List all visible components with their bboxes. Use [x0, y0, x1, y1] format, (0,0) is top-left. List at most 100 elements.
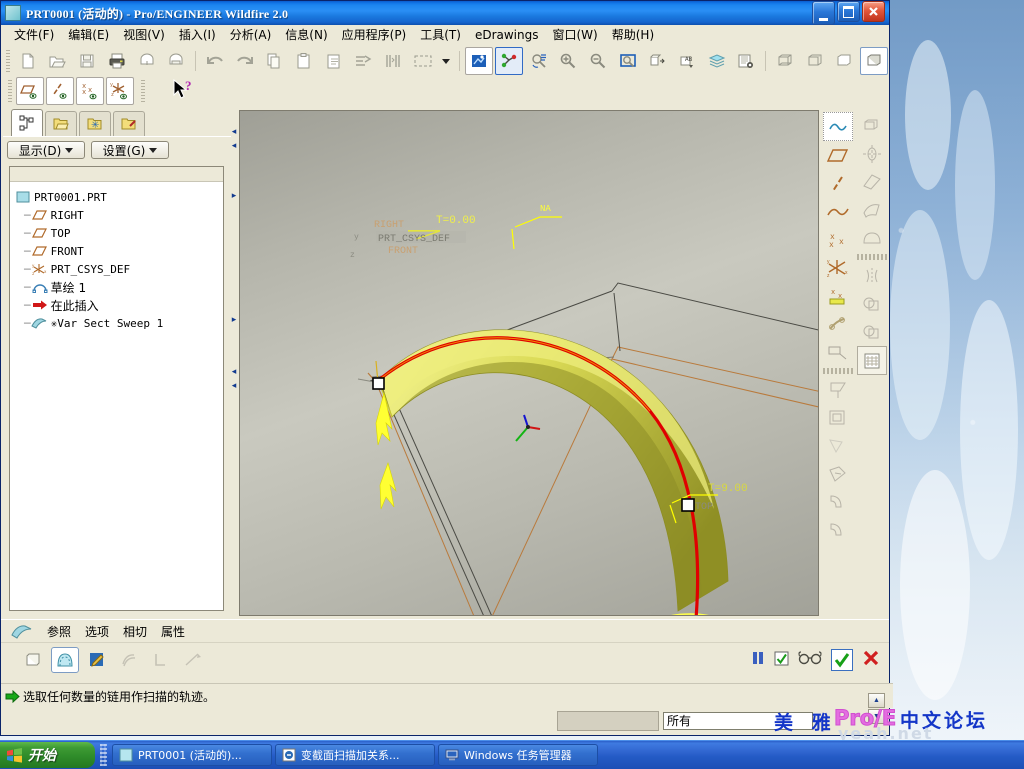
- list-item[interactable]: ─ RIGHT: [14, 206, 219, 224]
- solid-button[interactable]: [19, 647, 47, 673]
- revolve-icon[interactable]: [824, 376, 852, 403]
- layers-icon[interactable]: [703, 47, 731, 75]
- mail-receive-icon[interactable]: [162, 47, 190, 75]
- no-hidden-icon[interactable]: [831, 47, 859, 75]
- glasses-icon[interactable]: [797, 651, 823, 668]
- print-icon[interactable]: [103, 47, 131, 75]
- taskbar-item-proe[interactable]: PRT0001 (活动的)...: [112, 744, 272, 766]
- variable-sweep-icon[interactable]: [858, 224, 886, 251]
- list-item[interactable]: ─ yzx PRT_CSYS_DEF: [14, 260, 219, 278]
- hidden-line-icon[interactable]: [801, 47, 829, 75]
- settings-button[interactable]: 设置(G): [91, 141, 169, 159]
- refit-spin-icon[interactable]: [525, 47, 553, 75]
- revolve-solid-icon[interactable]: [858, 140, 886, 167]
- open-folder-icon[interactable]: [44, 47, 72, 75]
- menu-edrawings[interactable]: eDrawings: [468, 26, 546, 44]
- view-manager-icon[interactable]: [733, 47, 761, 75]
- menu-analysis[interactable]: 分析(A): [223, 24, 279, 45]
- scroll-down-button[interactable]: ▼: [868, 709, 885, 724]
- minimize-button[interactable]: [812, 1, 835, 25]
- thin-button[interactable]: [179, 647, 207, 673]
- undo-icon[interactable]: [201, 47, 229, 75]
- start-button[interactable]: 开始: [0, 742, 95, 768]
- maximize-button[interactable]: [837, 1, 860, 22]
- pause-button[interactable]: [750, 650, 766, 669]
- intersect-icon[interactable]: [858, 318, 886, 345]
- new-file-icon[interactable]: [14, 47, 42, 75]
- menu-info[interactable]: 信息(N): [278, 24, 334, 45]
- menu-edit[interactable]: 编辑(E): [61, 24, 116, 45]
- taskbar-grip[interactable]: [100, 744, 107, 766]
- tab-folder-browser[interactable]: [45, 111, 77, 136]
- toolbar-grip[interactable]: [8, 80, 12, 102]
- preview-checkbox[interactable]: [774, 651, 789, 669]
- mirror-icon[interactable]: [858, 262, 886, 289]
- paste-special-icon[interactable]: [320, 47, 348, 75]
- menu-view[interactable]: 视图(V): [116, 24, 172, 45]
- tab-references[interactable]: 参照: [47, 623, 71, 640]
- taskbar-item-taskmanager[interactable]: Windows 任务管理器: [438, 744, 598, 766]
- paste-icon[interactable]: [290, 47, 318, 75]
- menu-tools[interactable]: 工具(T): [413, 24, 468, 45]
- sweep-icon[interactable]: [858, 168, 886, 195]
- edit-sketch-button[interactable]: [83, 647, 111, 673]
- tab-connections[interactable]: [113, 111, 145, 136]
- cancel-button[interactable]: [861, 648, 881, 671]
- menu-window[interactable]: 窗口(W): [546, 24, 605, 45]
- menu-file[interactable]: 文件(F): [7, 24, 61, 45]
- model-tree-list[interactable]: PRT0001.PRT ─ RIGHT ─ TOP ─ FRONT ─ y z …: [9, 166, 224, 611]
- list-item[interactable]: ─ FRONT: [14, 242, 219, 260]
- saved-views-icon[interactable]: AB: [673, 47, 701, 75]
- datum-axis-display-icon[interactable]: [46, 77, 74, 105]
- blend-icon[interactable]: [858, 196, 886, 223]
- toolbar-grip[interactable]: [6, 50, 10, 72]
- union-icon[interactable]: [858, 290, 886, 317]
- regenerate-icon[interactable]: [350, 47, 378, 75]
- selection-filter-select[interactable]: 所有: [663, 712, 813, 730]
- accept-button[interactable]: [831, 648, 853, 671]
- datum-point-icon[interactable]: xxx: [824, 226, 852, 253]
- chevron-down-icon[interactable]: [439, 47, 455, 75]
- reorient-icon[interactable]: [644, 47, 672, 75]
- menu-applications[interactable]: 应用程序(P): [335, 24, 414, 45]
- chain-curve-icon[interactable]: [824, 310, 852, 337]
- find-icon[interactable]: [379, 47, 407, 75]
- hole-icon[interactable]: [824, 432, 852, 459]
- chamfer-icon[interactable]: [824, 516, 852, 543]
- save-icon[interactable]: [73, 47, 101, 75]
- curve-icon[interactable]: [824, 198, 852, 225]
- datum-display-icon[interactable]: [495, 47, 523, 75]
- model-3d-view[interactable]: T=0.00 NA T=9.00 RIGHT FRONT TOP PRT_CSY…: [240, 111, 819, 616]
- list-item[interactable]: ─ 在此插入: [14, 296, 219, 314]
- datum-axis-icon[interactable]: [824, 170, 852, 197]
- extrude-solid-icon[interactable]: [858, 112, 886, 139]
- round-icon[interactable]: [824, 488, 852, 515]
- taskbar-item-document[interactable]: 变截面扫描加关系...: [275, 744, 435, 766]
- wireframe-icon[interactable]: [771, 47, 799, 75]
- datum-csys-display-icon[interactable]: yz: [106, 77, 134, 105]
- sketch-curve-icon[interactable]: [823, 112, 853, 141]
- shell-icon[interactable]: [824, 460, 852, 487]
- zoom-out-icon[interactable]: [584, 47, 612, 75]
- tab-favorites[interactable]: ✳: [79, 111, 111, 136]
- pattern-icon[interactable]: [824, 404, 852, 431]
- offset-point-icon[interactable]: xx: [824, 282, 852, 309]
- graphics-window[interactable]: T=0.00 NA T=9.00 RIGHT FRONT TOP PRT_CSY…: [239, 110, 819, 616]
- menu-insert[interactable]: 插入(I): [172, 24, 223, 45]
- scroll-up-button[interactable]: ▲: [868, 693, 885, 708]
- grid-pattern-icon[interactable]: [857, 346, 887, 375]
- datum-plane-display-icon[interactable]: [16, 77, 44, 105]
- shaded-icon[interactable]: [860, 47, 888, 75]
- coordinate-system-icon[interactable]: yzx: [824, 254, 852, 281]
- tab-options[interactable]: 选项: [85, 623, 109, 640]
- datum-plane-icon[interactable]: [824, 142, 852, 169]
- show-button[interactable]: 显示(D): [7, 141, 85, 159]
- copy-icon[interactable]: [260, 47, 288, 75]
- menu-help[interactable]: 帮助(H): [605, 24, 661, 45]
- select-box-icon[interactable]: [409, 47, 437, 75]
- redo-icon[interactable]: [231, 47, 259, 75]
- surface-button[interactable]: [51, 647, 79, 673]
- tab-tangency[interactable]: 相切: [123, 623, 147, 640]
- zoom-in-icon[interactable]: [554, 47, 582, 75]
- tab-model-tree[interactable]: [11, 109, 43, 136]
